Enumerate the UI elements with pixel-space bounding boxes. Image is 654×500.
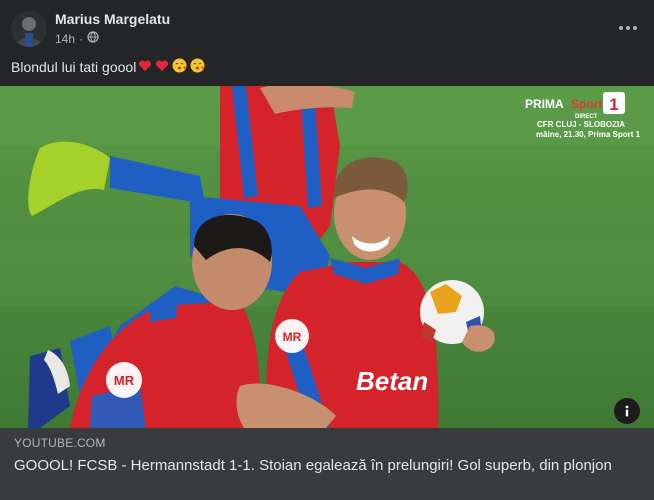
jersey-badge-right: MR (283, 330, 302, 344)
video-thumbnail[interactable]: MR MR Betan PRIMA Sport 1 DIRECT CFR CLU… (0, 86, 654, 428)
heart-emoji (155, 59, 169, 76)
goal-celebration-image: MR MR Betan PRIMA Sport 1 DIRECT CFR CLU… (0, 86, 654, 428)
link-preview-card[interactable]: YOUTUBE.COM GOOOL! FCSB - Hermannstadt 1… (0, 428, 654, 500)
more-icon (619, 26, 637, 30)
next-match-schedule: mâine, 21.30, Prima Sport 1 (536, 130, 641, 139)
jersey-sponsor-text: Betan (356, 366, 428, 396)
info-icon (625, 405, 629, 417)
post-time[interactable]: 14h (55, 32, 75, 46)
jersey-badge-left: MR (114, 373, 135, 388)
avatar[interactable] (11, 11, 47, 47)
post-header: Marius Margelatu 14h · (0, 0, 654, 56)
author-name[interactable]: Marius Margelatu (55, 11, 170, 27)
channel-number: 1 (609, 95, 618, 114)
post-meta: 14h · (55, 31, 99, 46)
channel-sport: Sport (571, 97, 602, 111)
heart-emoji (138, 59, 152, 76)
kissing-face-emoji (172, 58, 187, 76)
link-domain: YOUTUBE.COM (14, 436, 106, 450)
separator-dot: · (79, 31, 84, 46)
caption-text: Blondul lui tati goool (11, 59, 137, 75)
next-match-teams: CFR CLUJ - SLOBOZIA (537, 120, 625, 129)
kissing-face-emoji (190, 58, 205, 76)
info-button[interactable] (614, 398, 640, 424)
link-title[interactable]: GOOOL! FCSB - Hermannstadt 1-1. Stoian e… (14, 456, 634, 476)
post-caption: Blondul lui tati goool (11, 58, 205, 76)
globe-icon[interactable] (87, 31, 99, 46)
channel-name: PRIMA (525, 97, 564, 111)
more-options-button[interactable] (616, 16, 640, 40)
